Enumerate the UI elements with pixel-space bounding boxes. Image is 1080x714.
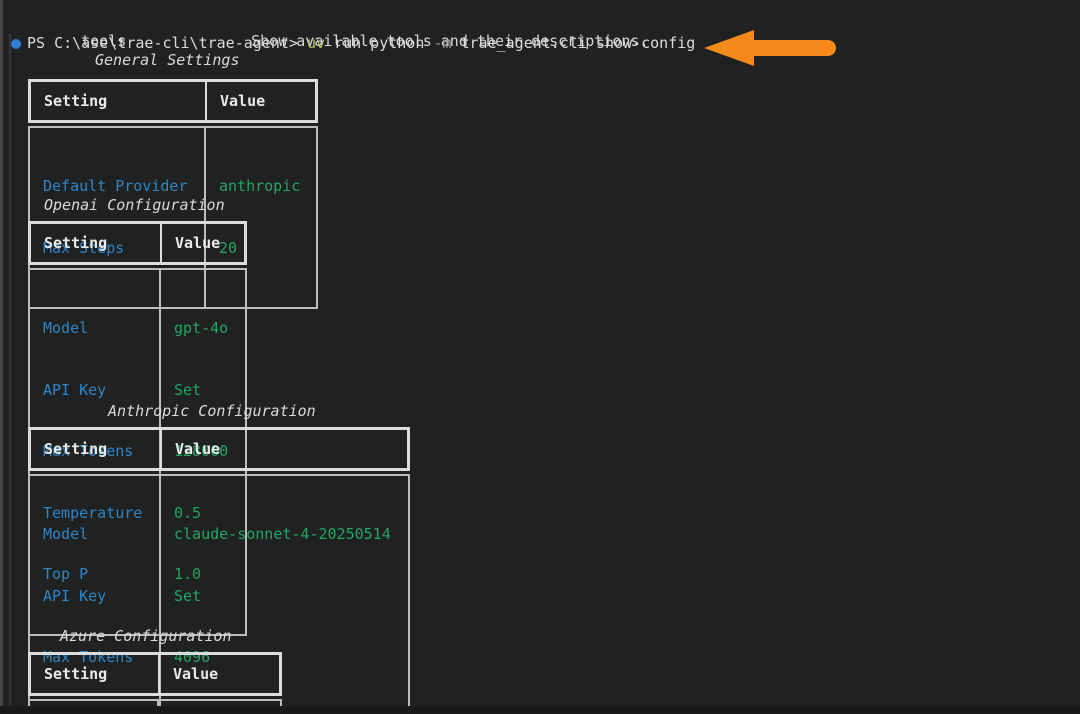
setting-value: claude-sonnet-4-20250514	[174, 524, 394, 545]
setting-value: gpt-4o	[174, 318, 231, 339]
prompt-command: uv	[307, 33, 325, 54]
setting-value: Set	[174, 586, 394, 607]
table-header-row: Setting Value	[28, 221, 247, 265]
window-bottom-edge	[0, 706, 1080, 714]
section-title-general-settings: General Settings	[95, 51, 240, 69]
left-arrow-icon	[702, 28, 850, 68]
column-header-setting: Setting	[31, 655, 158, 693]
setting-name: Default Provider	[43, 176, 192, 197]
prompt-args-1: run python	[325, 33, 433, 54]
terminal-window: toolsShow available tools and their desc…	[0, 0, 1080, 714]
setting-name: Model	[43, 318, 147, 339]
command-status-dot-icon	[11, 39, 21, 49]
column-header-setting: Setting	[31, 224, 160, 262]
column-header-setting: Setting	[31, 82, 205, 120]
section-title-azure-configuration: Azure Configuration	[60, 627, 232, 645]
setting-name: API Key	[43, 380, 147, 401]
prompt-param-flag: -m	[433, 33, 451, 54]
setting-name: Model	[43, 524, 147, 545]
section-title-anthropic-configuration: Anthropic Configuration	[108, 402, 316, 420]
window-left-edge	[0, 0, 3, 714]
section-title-openai-configuration: Openai Configuration	[44, 196, 225, 214]
table-header-row: Setting Value	[28, 427, 410, 471]
column-header-value: Value	[160, 430, 407, 468]
column-header-setting: Setting	[31, 430, 160, 468]
setting-value: anthropic	[219, 176, 302, 197]
prompt-args-2: trae_agent.cli show-config	[451, 33, 695, 54]
setting-name: API Key	[43, 586, 147, 607]
setting-value: Set	[174, 380, 231, 401]
column-header-value: Value	[158, 655, 279, 693]
column-header-value: Value	[160, 224, 244, 262]
table-header-row: Setting Value	[28, 79, 318, 123]
command-block-gutter	[9, 34, 11, 714]
table-azure-configuration: Setting Value	[28, 652, 282, 714]
table-header-row: Setting Value	[28, 652, 282, 696]
column-header-value: Value	[205, 82, 315, 120]
